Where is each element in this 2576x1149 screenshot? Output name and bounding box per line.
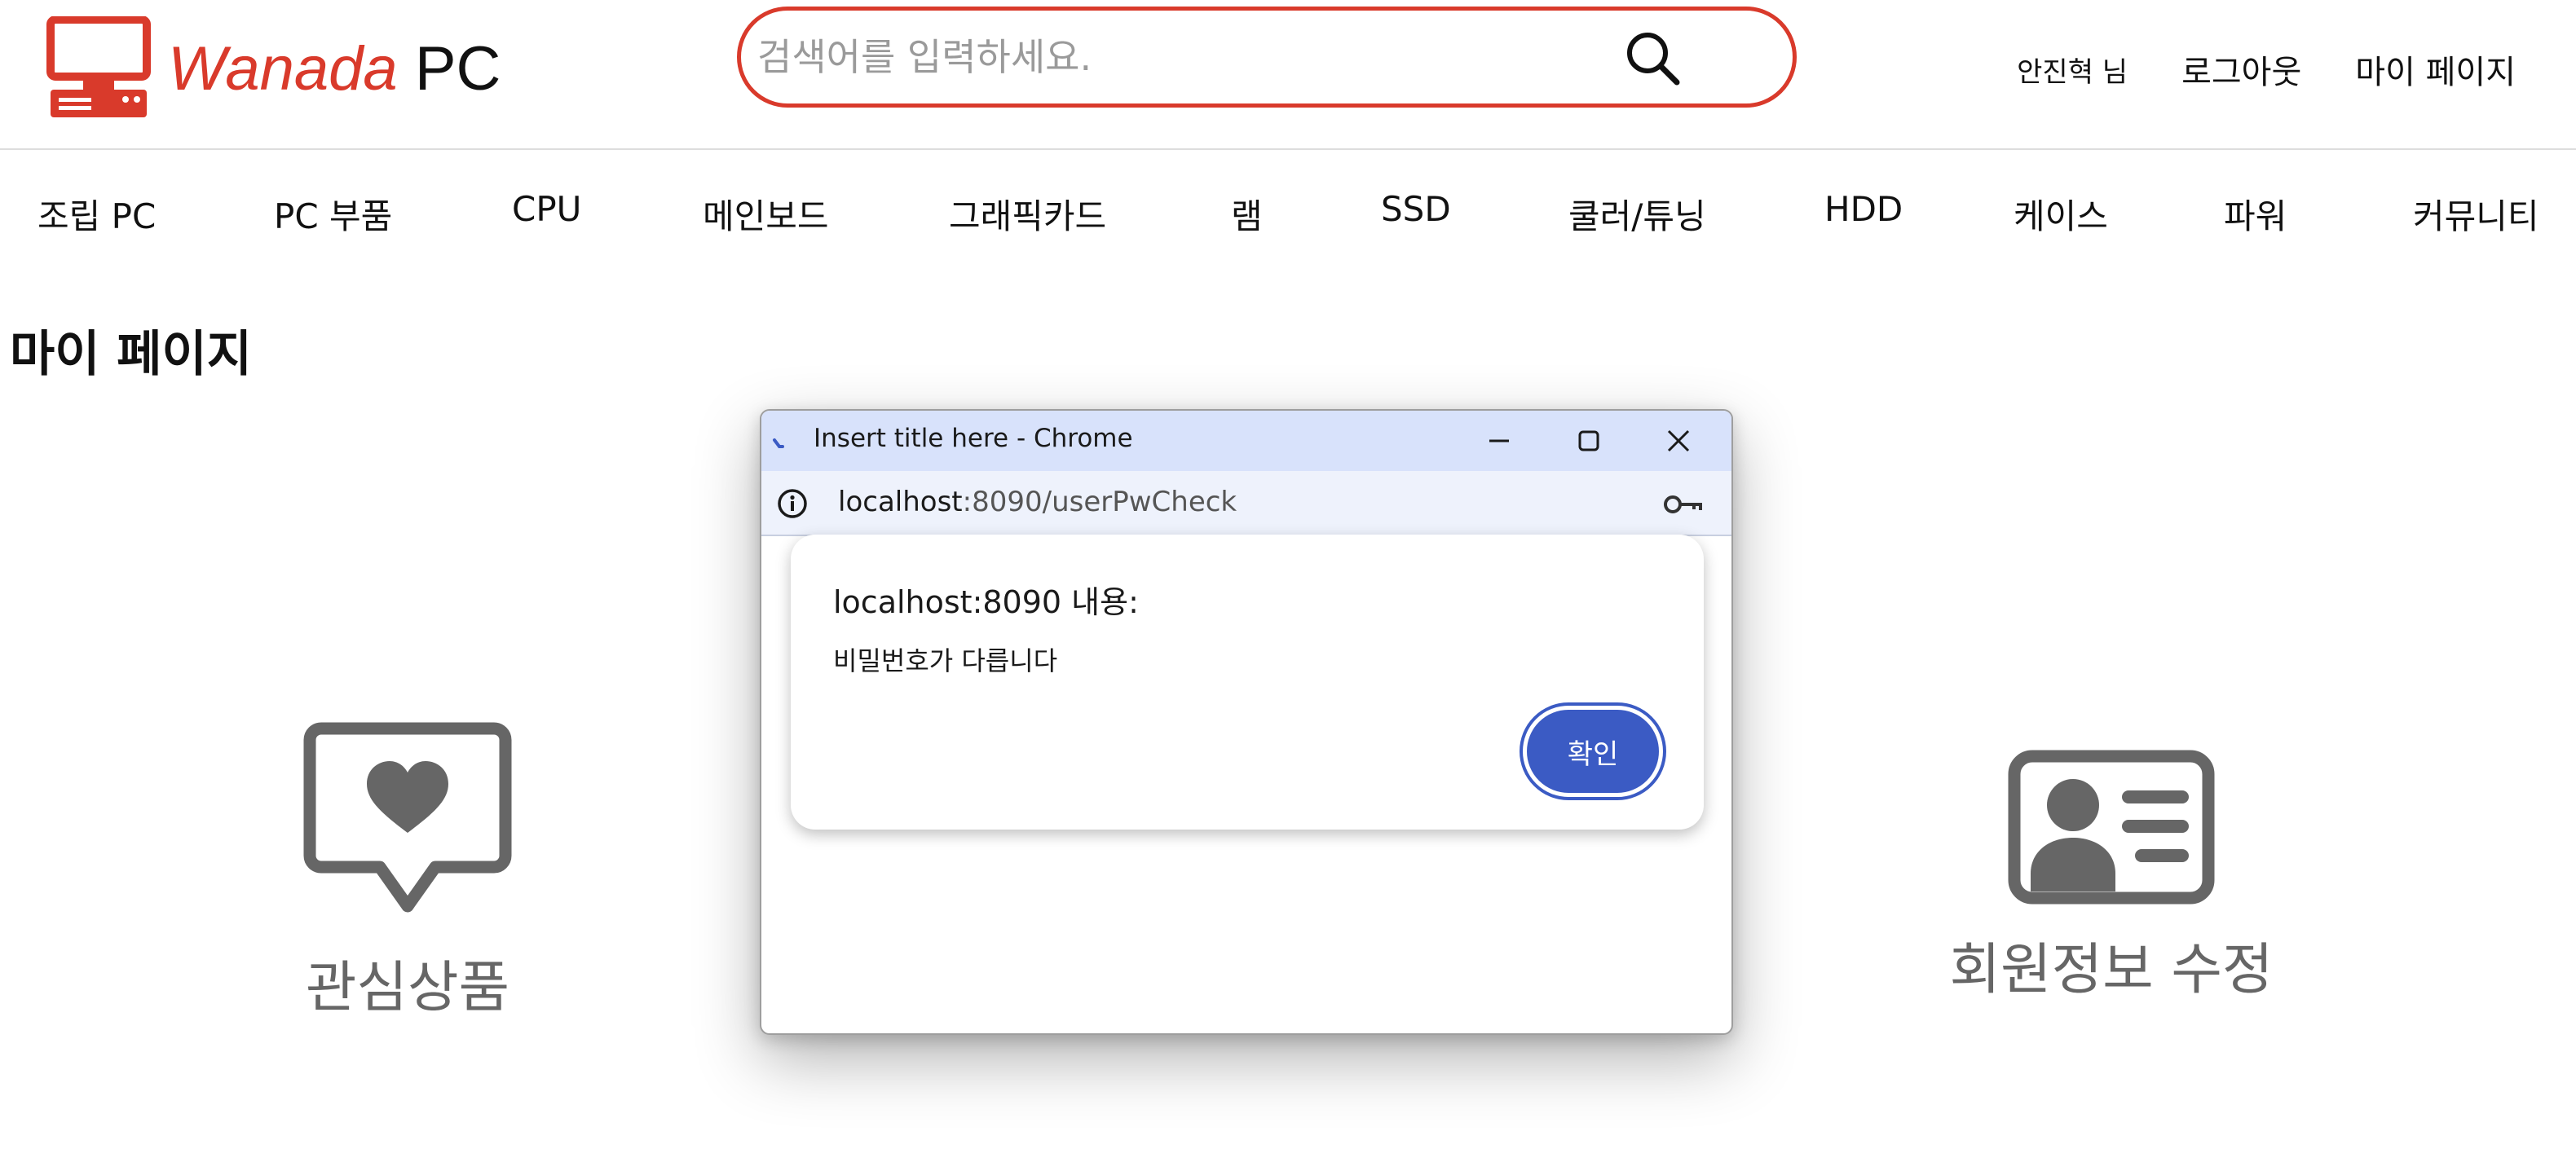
maximize-button[interactable] [1544,411,1634,471]
chrome-popup-window: Insert title here - Chrome localhost:809… [760,409,1733,1035]
site-info-icon[interactable] [776,487,809,520]
heart-speech-bubble-icon [303,722,512,913]
nav-item-hdd[interactable]: HDD [1824,189,1903,229]
search-icon[interactable] [1623,29,1683,89]
close-icon [1667,429,1690,452]
url-host: localhost [838,486,963,518]
user-links: 안진혁 님 로그아웃 마이 페이지 [2017,46,2516,93]
user-greeting: 안진혁 님 [2017,55,2128,89]
search-bar [737,7,1797,108]
page-title: 마이 페이지 [10,326,252,383]
popup-titlebar[interactable]: Insert title here - Chrome [761,411,1731,471]
site-logo[interactable]: Wanada PC [46,16,501,121]
nav-item-ram[interactable]: 램 [1231,189,1263,239]
confirm-button[interactable]: 확인 [1523,706,1663,797]
popup-window-title: Insert title here - Chrome [814,424,1133,453]
logo-text: Wanada PC [168,33,501,104]
nav-item-power[interactable]: 파워 [2224,189,2287,239]
nav-item-assembled-pc[interactable]: 조립 PC [37,189,156,239]
close-button[interactable] [1634,411,1723,471]
key-icon[interactable] [1663,491,1704,518]
alert-title: localhost:8090 내용: [833,584,1139,620]
nav-item-community[interactable]: 커뮤니티 [2413,189,2539,239]
logo-suffix: PC [414,33,501,103]
nav-item-cpu[interactable]: CPU [512,189,581,229]
nav-item-ssd[interactable]: SSD [1381,189,1451,229]
computer-logo-icon [46,16,151,117]
minimize-icon [1489,439,1509,442]
id-card-icon [2008,750,2215,905]
logout-link[interactable]: 로그아웃 [2181,46,2301,93]
alert-message: 비밀번호가 다릅니다 [833,645,1058,676]
nav-item-cooler-tuning[interactable]: 쿨러/튜닝 [1568,189,1706,239]
site-header: Wanada PC 안진혁 님 로그아웃 마이 페이지 [0,0,2576,150]
mypage-link[interactable]: 마이 페이지 [2355,46,2516,93]
minimize-button[interactable] [1454,411,1544,471]
address-bar[interactable]: localhost:8090/userPwCheck [761,471,1731,536]
nav-item-mainboard[interactable]: 메인보드 [703,189,829,239]
nav-item-case[interactable]: 케이스 [2014,189,2108,239]
url-text: localhost:8090/userPwCheck [838,486,1237,518]
nav-item-pc-parts[interactable]: PC 부품 [274,189,392,239]
category-nav: 조립 PC PC 부품 CPU 메인보드 그래픽카드 램 SSD 쿨러/튜닝 H… [0,181,2576,240]
alert-dialog: localhost:8090 내용: 비밀번호가 다릅니다 확인 [791,535,1704,830]
logo-brand: Wanada [168,33,398,103]
member-edit-label: 회원정보 수정 [1949,938,2274,1002]
search-input[interactable] [757,27,1638,87]
maximize-icon [1578,430,1599,451]
member-edit-tile[interactable]: 회원정보 수정 [1940,750,2283,1005]
wishlist-tile[interactable]: 관심상품 [302,722,514,1023]
url-path: :8090/userPwCheck [962,486,1237,518]
nav-item-graphics-card[interactable]: 그래픽카드 [949,189,1106,239]
page-favicon-icon [773,438,784,448]
wishlist-label: 관심상품 [305,956,510,1020]
